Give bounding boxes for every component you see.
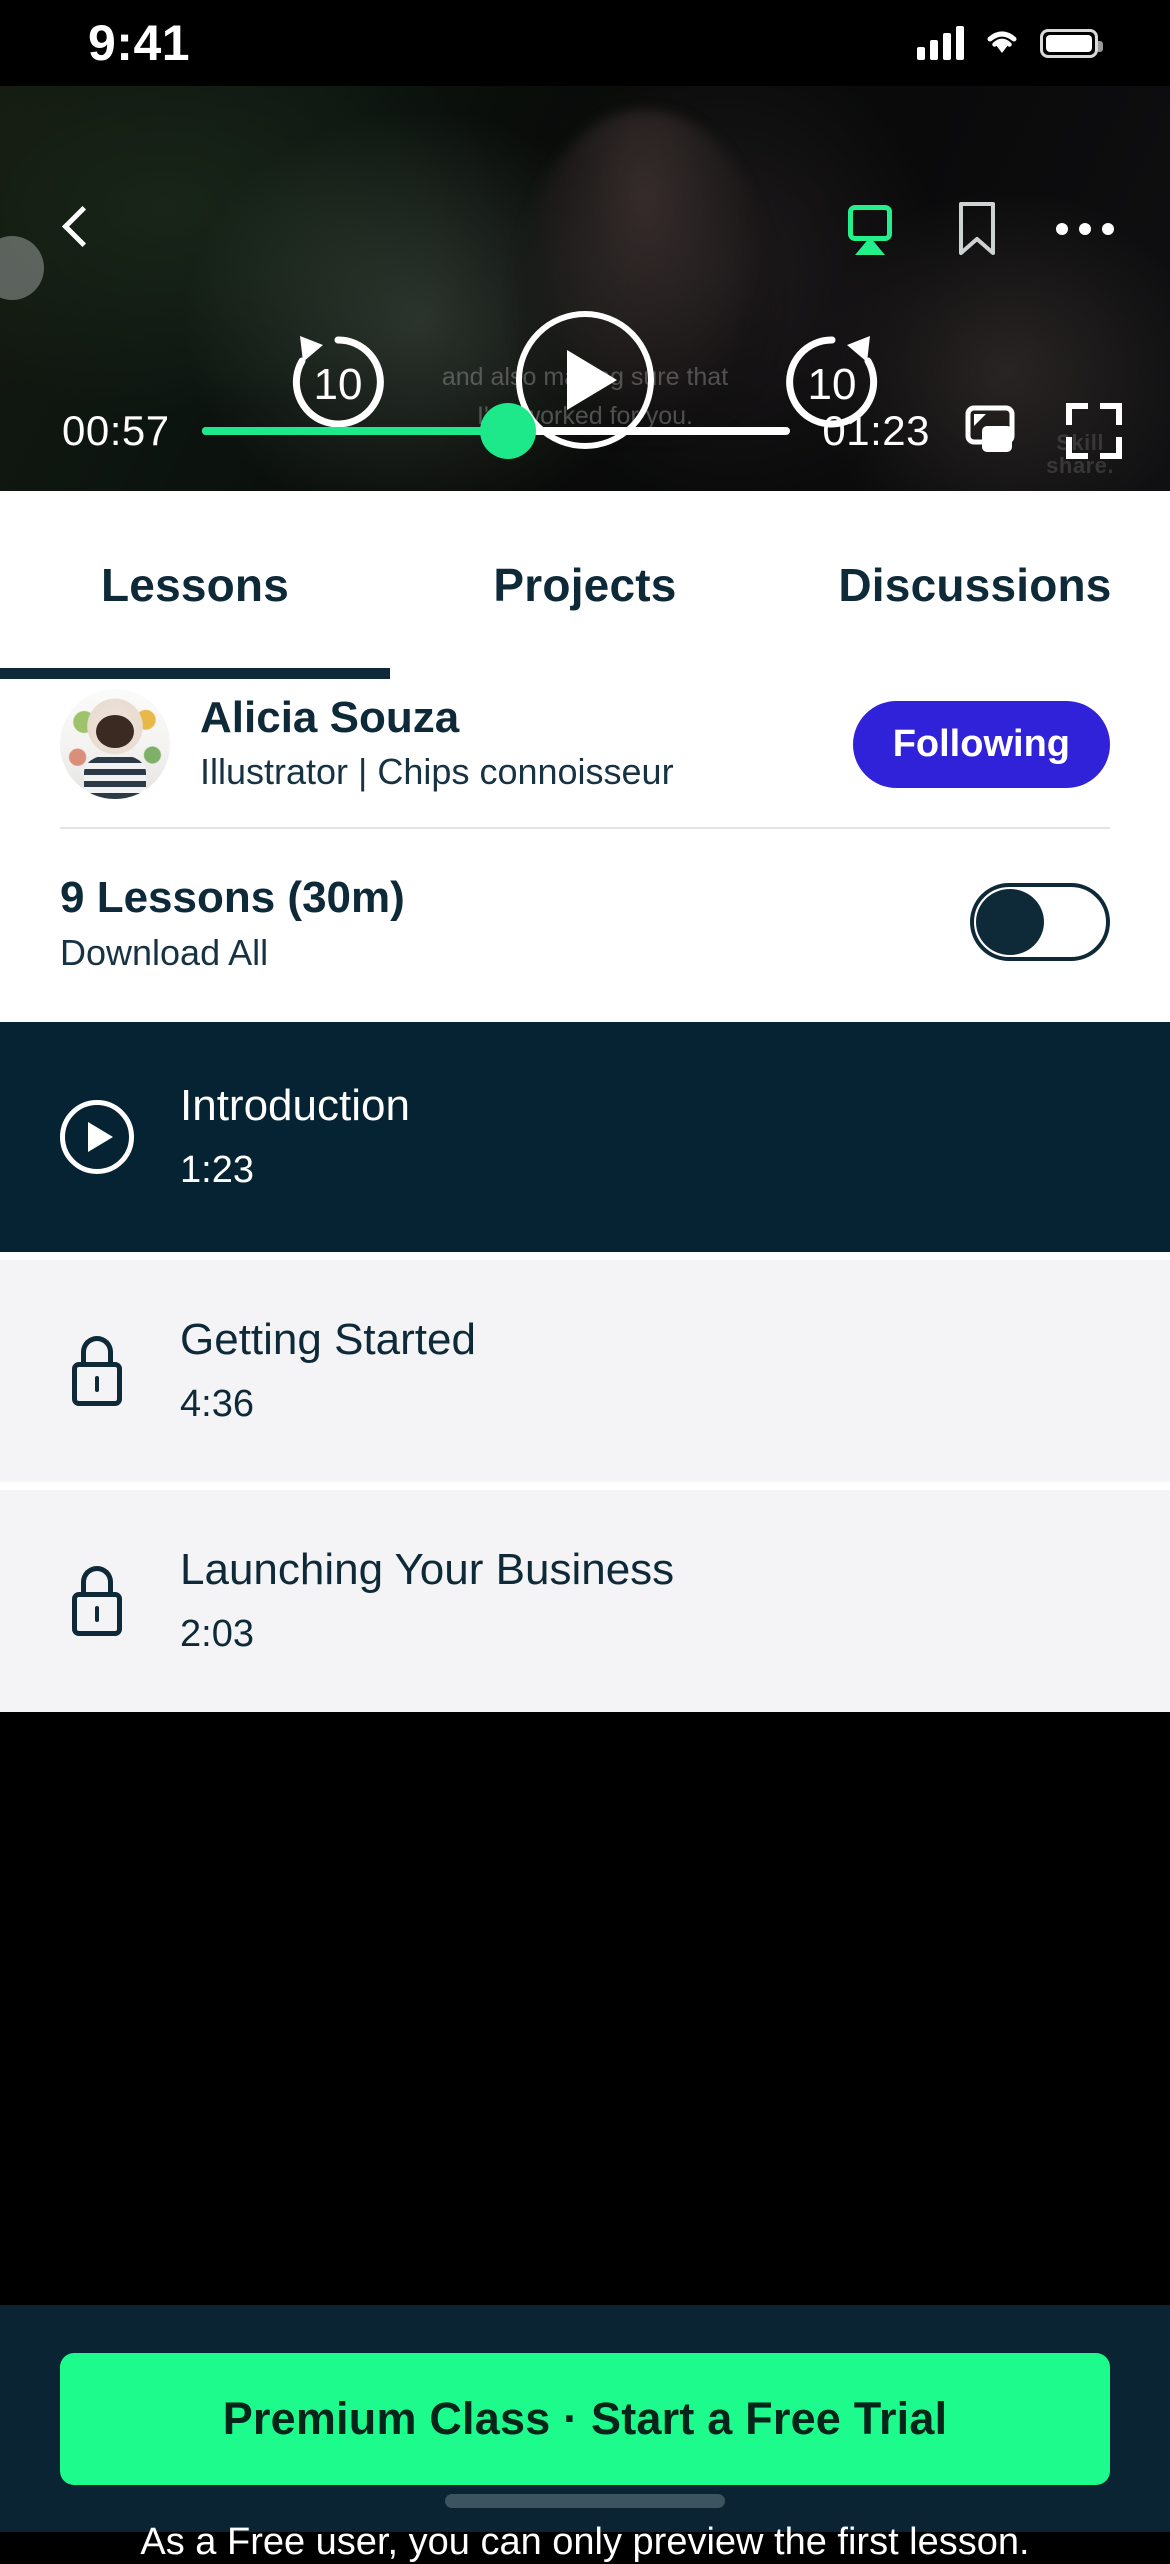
download-all-toggle[interactable] (970, 882, 1110, 961)
avatar (60, 689, 170, 799)
class-details-sheet: Alicia Souza Illustrator | Chips connois… (0, 679, 1170, 1713)
lesson-title: Launching Your Business (180, 1545, 675, 1595)
fullscreen-icon[interactable] (1066, 403, 1122, 459)
active-tab-indicator (0, 668, 390, 679)
following-button[interactable]: Following (852, 700, 1110, 788)
top-controls-actions (842, 202, 1114, 256)
progress-thumb[interactable] (479, 403, 536, 459)
total-time: 01:23 (822, 407, 930, 454)
lesson-duration: 1:23 (180, 1149, 254, 1192)
lesson-row-getting-started[interactable]: Getting Started 4:36 (0, 1252, 1170, 1483)
home-indicator (445, 2494, 725, 2508)
download-all-label: Download All (60, 932, 269, 974)
premium-cta-bar: Premium Class · Start a Free Trial As a … (0, 2305, 1170, 2563)
lesson-meta: Getting Started 4:36 (180, 1312, 1110, 1430)
wifi-icon (982, 26, 1022, 61)
battery-icon (1040, 28, 1103, 58)
download-all-row[interactable]: 9 Lessons (30m) Download All (0, 829, 1170, 1022)
lock-icon (60, 1564, 134, 1638)
airplay-cast-icon[interactable] (842, 205, 898, 255)
player-progress-row: 00:57 01:23 (0, 399, 1170, 463)
player-top-controls (0, 194, 1170, 264)
progress-fill (201, 427, 508, 435)
lesson-duration: 4:36 (180, 1383, 254, 1426)
status-bar: 9:41 (0, 0, 1170, 86)
cellular-signal-icon (917, 26, 964, 60)
download-meta: 9 Lessons (30m) Download All (60, 869, 940, 974)
start-free-trial-button[interactable]: Premium Class · Start a Free Trial (60, 2353, 1110, 2485)
current-time: 00:57 (62, 407, 170, 454)
tab-projects[interactable]: Projects (390, 558, 780, 612)
back-chevron-icon[interactable] (50, 202, 104, 256)
lesson-list: Introduction 1:23 Getting Started 4:36 L… (0, 1022, 1170, 1713)
lesson-meta: Introduction 1:23 (180, 1078, 1110, 1196)
picture-in-picture-icon[interactable] (960, 404, 1020, 458)
content-tabs: Lessons Projects Discussions (0, 491, 1170, 679)
lesson-row-introduction[interactable]: Introduction 1:23 (0, 1022, 1170, 1253)
lock-icon (60, 1334, 134, 1408)
lesson-title: Introduction (180, 1081, 410, 1131)
status-bar-time: 9:41 (88, 15, 191, 71)
bookmark-icon[interactable] (958, 202, 996, 256)
author-row[interactable]: Alicia Souza Illustrator | Chips connois… (0, 679, 1170, 809)
tab-lessons[interactable]: Lessons (0, 558, 390, 612)
author-role: Illustrator | Chips connoisseur (200, 750, 674, 792)
video-player[interactable]: and also making sure that I've worked fo… (0, 86, 1170, 491)
progress-scrubber[interactable] (201, 399, 791, 463)
more-options-icon[interactable] (1056, 223, 1114, 235)
tab-discussions[interactable]: Discussions (780, 558, 1170, 612)
lesson-title: Getting Started (180, 1315, 476, 1365)
lesson-row-launching-your-business[interactable]: Launching Your Business 2:03 (0, 1482, 1170, 1713)
lesson-duration: 2:03 (180, 1613, 254, 1656)
lesson-meta: Launching Your Business 2:03 (180, 1542, 1110, 1660)
author-name: Alicia Souza (200, 692, 460, 742)
play-circle-icon (60, 1100, 134, 1175)
lessons-count-label: 9 Lessons (30m) (60, 873, 405, 922)
free-user-note: As a Free user, you can only preview the… (140, 2521, 1030, 2563)
status-bar-icons (917, 26, 1103, 61)
author-meta: Alicia Souza Illustrator | Chips connois… (200, 692, 823, 797)
